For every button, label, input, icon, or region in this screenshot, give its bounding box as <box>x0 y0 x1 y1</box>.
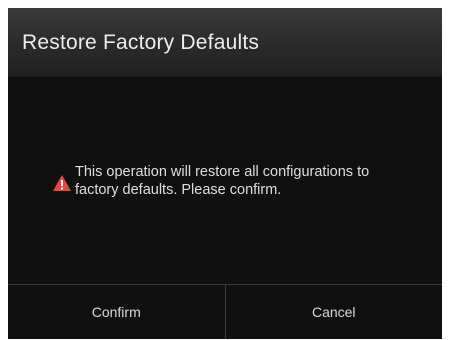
dialog-title: Restore Factory Defaults <box>22 30 260 54</box>
cancel-button[interactable]: Cancel <box>226 285 443 339</box>
dialog-body: This operation will restore all configur… <box>8 78 442 284</box>
restore-defaults-dialog: Restore Factory Defaults This operation … <box>8 8 442 339</box>
dialog-title-bar: Restore Factory Defaults <box>8 8 442 78</box>
dialog-button-row: Confirm Cancel <box>8 284 442 339</box>
dialog-message-text: This operation will restore all configur… <box>75 164 370 198</box>
dialog-message: This operation will restore all configur… <box>52 163 416 199</box>
warning-icon <box>52 174 72 192</box>
confirm-button[interactable]: Confirm <box>8 285 225 339</box>
